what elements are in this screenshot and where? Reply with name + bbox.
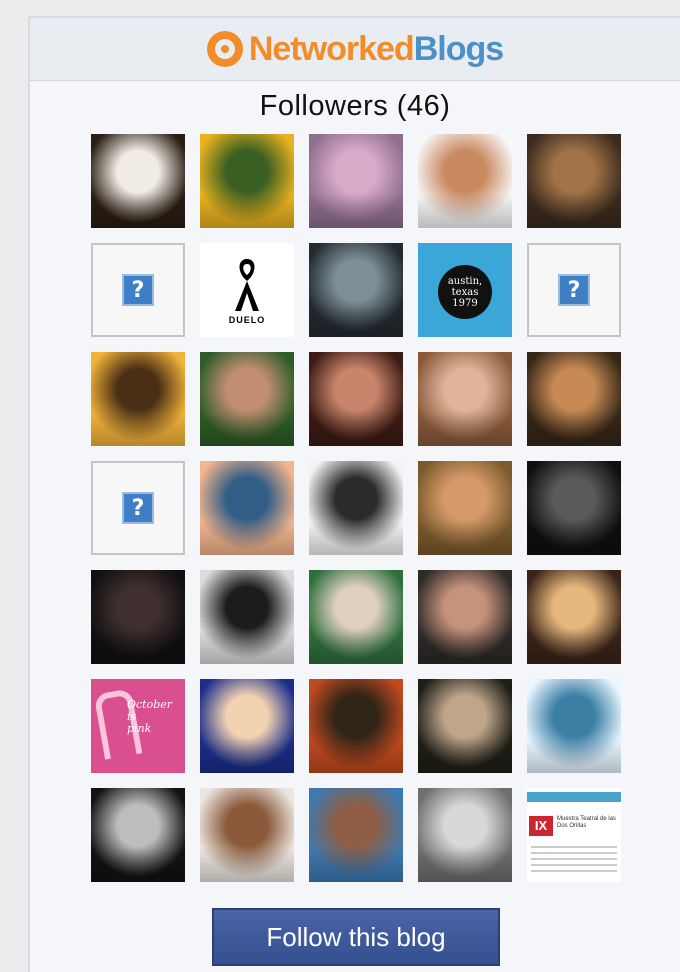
poster-text-line xyxy=(531,852,617,854)
follower-avatar[interactable] xyxy=(200,352,294,446)
festival-poster: IX Muestra Teatral de las Dos Orillas xyxy=(527,788,621,882)
profile-photo xyxy=(418,630,512,664)
poster-text-line xyxy=(531,858,617,860)
black-ribbon-icon xyxy=(235,259,259,311)
follower-avatar[interactable] xyxy=(309,243,403,337)
profile-photo xyxy=(200,412,294,446)
follower-avatar[interactable] xyxy=(91,788,185,882)
pink-ribbon-image: October is pink xyxy=(91,679,185,773)
follower-avatar[interactable] xyxy=(200,570,294,664)
follower-avatar[interactable] xyxy=(309,788,403,882)
follower-avatar[interactable] xyxy=(91,134,185,228)
follower-avatar[interactable] xyxy=(418,570,512,664)
poster-text-line: texas xyxy=(451,286,479,298)
poster-text-line xyxy=(531,864,617,866)
poster-text-line: austin, xyxy=(447,275,483,287)
profile-photo xyxy=(418,521,512,555)
ribbon-caption: DUELO xyxy=(228,315,266,325)
networkedblogs-logo[interactable]: Networked Blogs xyxy=(206,29,504,69)
follower-avatar[interactable]: ? xyxy=(527,243,621,337)
follower-avatar[interactable] xyxy=(418,679,512,773)
profile-photo xyxy=(527,412,621,446)
profile-photo xyxy=(527,194,621,228)
missing-photo-icon: ? xyxy=(122,274,154,306)
follower-avatar[interactable] xyxy=(527,134,621,228)
logo-text-networked: Networked xyxy=(248,29,415,68)
follower-avatar[interactable]: October is pink xyxy=(91,679,185,773)
follower-avatar[interactable] xyxy=(200,461,294,555)
follower-avatar[interactable] xyxy=(418,461,512,555)
followers-grid: ? DUELO austin, texas 1979?? October is pink IX M… xyxy=(91,134,625,882)
profile-photo xyxy=(200,194,294,228)
profile-photo xyxy=(309,303,403,337)
follower-avatar[interactable] xyxy=(200,134,294,228)
profile-photo xyxy=(200,630,294,664)
follower-avatar[interactable]: ? xyxy=(91,243,185,337)
follower-avatar[interactable] xyxy=(309,352,403,446)
header: Networked Blogs xyxy=(30,18,680,81)
profile-photo xyxy=(527,739,621,773)
follower-avatar[interactable] xyxy=(200,679,294,773)
networkedblogs-widget: Networked Blogs Followers (46) ? DUELO aus… xyxy=(28,16,680,972)
profile-photo xyxy=(418,412,512,446)
poster-text-line xyxy=(531,846,617,848)
profile-photo xyxy=(418,194,512,228)
follower-avatar[interactable] xyxy=(527,570,621,664)
profile-photo xyxy=(309,739,403,773)
follower-avatar[interactable] xyxy=(418,134,512,228)
poster-text-line xyxy=(531,870,617,872)
missing-photo-icon: ? xyxy=(122,492,154,524)
follower-avatar[interactable] xyxy=(309,461,403,555)
follower-avatar[interactable] xyxy=(91,570,185,664)
follower-avatar[interactable]: ? xyxy=(91,461,185,555)
follower-avatar[interactable] xyxy=(200,788,294,882)
profile-photo xyxy=(91,848,185,882)
poster-circle: austin, texas 1979 xyxy=(438,265,492,319)
profile-photo xyxy=(309,412,403,446)
profile-photo xyxy=(418,739,512,773)
pink-ribbon-text: October is pink xyxy=(127,699,172,735)
follower-avatar[interactable] xyxy=(527,679,621,773)
follower-avatar[interactable] xyxy=(418,788,512,882)
follower-avatar[interactable] xyxy=(309,570,403,664)
missing-photo-icon: ? xyxy=(558,274,590,306)
profile-photo xyxy=(200,521,294,555)
profile-photo xyxy=(91,412,185,446)
austin-texas-poster: austin, texas 1979 xyxy=(418,243,512,337)
mourning-ribbon-image: DUELO xyxy=(200,243,294,337)
follower-avatar[interactable]: austin, texas 1979 xyxy=(418,243,512,337)
festival-title: Muestra Teatral de las Dos Orillas xyxy=(557,816,616,829)
profile-photo xyxy=(200,739,294,773)
profile-photo xyxy=(200,848,294,882)
networkedblogs-logo-icon xyxy=(206,31,243,67)
profile-photo xyxy=(91,630,185,664)
follower-avatar[interactable]: IX Muestra Teatral de las Dos Orillas xyxy=(527,788,621,882)
profile-photo xyxy=(309,521,403,555)
festival-badge: IX xyxy=(529,816,553,836)
pink-ribbon-text-line: pink xyxy=(127,722,152,735)
profile-photo xyxy=(527,521,621,555)
follower-avatar[interactable] xyxy=(309,134,403,228)
follower-avatar[interactable] xyxy=(91,352,185,446)
follower-avatar[interactable] xyxy=(309,679,403,773)
profile-photo xyxy=(309,848,403,882)
profile-photo xyxy=(527,630,621,664)
profile-photo xyxy=(309,630,403,664)
follower-avatar[interactable] xyxy=(527,352,621,446)
profile-photo xyxy=(418,848,512,882)
followers-title: Followers (46) xyxy=(259,90,451,122)
poster-text-line: 1979 xyxy=(452,297,478,309)
profile-photo xyxy=(309,194,403,228)
poster-band xyxy=(527,792,621,802)
follow-blog-button[interactable]: Follow this blog xyxy=(212,908,500,966)
follower-avatar[interactable]: DUELO xyxy=(200,243,294,337)
follower-avatar[interactable] xyxy=(418,352,512,446)
profile-photo xyxy=(91,194,185,228)
logo-text-blogs: Blogs xyxy=(413,29,504,68)
follower-avatar[interactable] xyxy=(527,461,621,555)
